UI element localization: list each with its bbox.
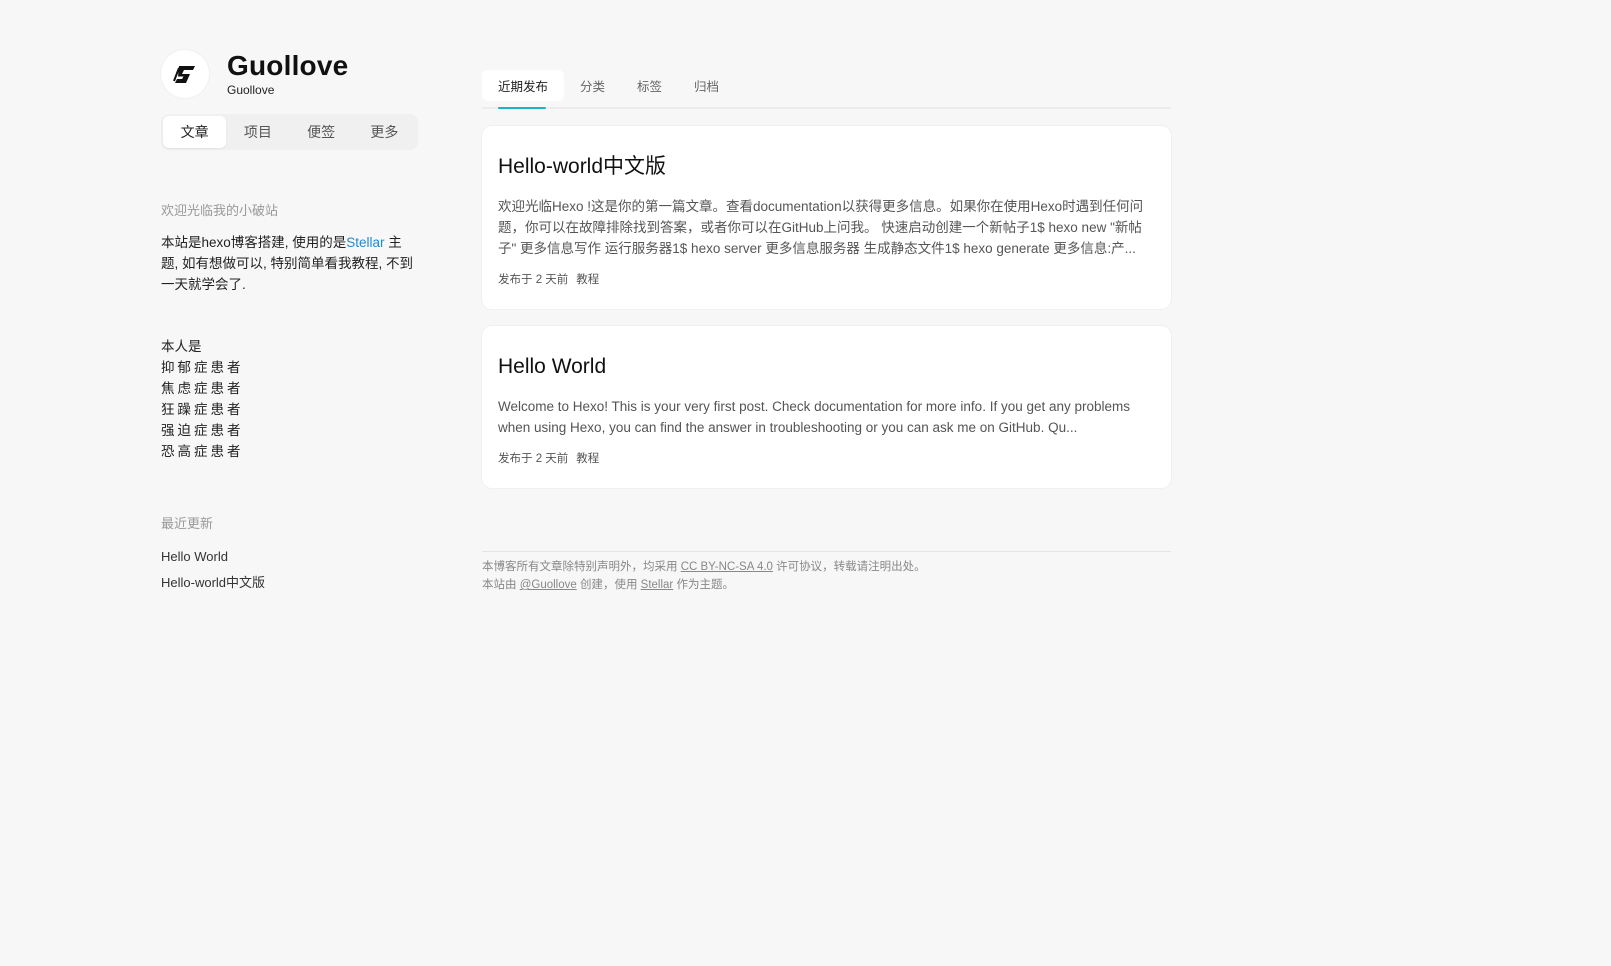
recent-item[interactable]: Hello World (161, 544, 418, 570)
post-card[interactable]: Hello-world中文版 欢迎光临Hexo !这是你的第一篇文章。查看doc… (482, 126, 1171, 309)
post-excerpt: 欢迎光临Hexo !这是你的第一篇文章。查看documentation以获得更多… (498, 199, 1144, 256)
logo-icon (173, 66, 195, 83)
sidebar: Guollove Guollove 文章 项目 便签 更多 欢迎光临我的小破站 … (161, 48, 418, 596)
nav-tab-projects[interactable]: 项目 (226, 116, 289, 148)
intro-line: 焦虑症患者 (161, 381, 244, 396)
welcome-title: 欢迎光临我的小破站 (161, 203, 279, 218)
footer-text: 许可协议，转载请注明出处。 (772, 561, 926, 573)
post-date: 发布于 2 天前 (498, 274, 569, 286)
post-meta: 发布于 2 天前 教程 (498, 271, 1155, 287)
intro-lead: 本人是 (161, 339, 202, 354)
footer-text: 本站由 (482, 579, 520, 591)
brand-header: Guollove Guollove (161, 48, 418, 100)
main-content: 近期发布 分类 标签 归档 Hello-world中文版 欢迎光临Hexo !这… (482, 70, 1171, 594)
recent-title: 最近更新 (161, 516, 214, 531)
recent-item[interactable]: Hello-world中文版 (161, 570, 418, 596)
stellar-link[interactable]: Stellar (346, 235, 384, 250)
intro-line: 恐高症患者 (161, 444, 244, 459)
page-footer: 本博客所有文章除特别声明外，均采用 CC BY-NC-SA 4.0 许可协议，转… (482, 551, 1171, 594)
footer-text: 创建，使用 (576, 579, 641, 591)
tab-tags[interactable]: 标签 (621, 70, 678, 101)
nav-tab-notes[interactable]: 便签 (290, 116, 353, 148)
post-category[interactable]: 教程 (576, 450, 599, 466)
footer-license-line: 本博客所有文章除特别声明外，均采用 CC BY-NC-SA 4.0 许可协议，转… (482, 558, 1171, 576)
intro-line: 强迫症患者 (161, 423, 244, 438)
author-link[interactable]: @Guollove (520, 579, 577, 591)
nav-tab-articles[interactable]: 文章 (163, 116, 227, 148)
tab-recent[interactable]: 近期发布 (482, 70, 565, 101)
post-date: 发布于 2 天前 (498, 453, 569, 465)
post-meta: 发布于 2 天前 教程 (498, 450, 1155, 466)
footer-text: 作为主题。 (673, 579, 734, 591)
intro-line: 抑郁症患者 (161, 360, 244, 375)
intro-line: 狂躁症患者 (161, 402, 244, 417)
tab-categories[interactable]: 分类 (564, 70, 621, 101)
post-title[interactable]: Hello World (498, 354, 1155, 380)
active-tab-indicator (498, 107, 546, 109)
tab-archive[interactable]: 归档 (678, 70, 735, 101)
footer-text: 本博客所有文章除特别声明外，均采用 (482, 561, 681, 573)
intro-block: 本人是 抑郁症患者 焦虑症患者 狂躁症患者 强迫症患者 恐高症患者 (161, 336, 418, 462)
post-excerpt: Welcome to Hexo! This is your very first… (498, 399, 1131, 435)
welcome-text: 本站是hexo博客搭建, 使用的是Stellar 主题, 如有想做可以, 特别简… (161, 232, 418, 295)
theme-link[interactable]: Stellar (641, 579, 674, 591)
site-logo[interactable] (161, 50, 209, 98)
post-title[interactable]: Hello-world中文版 (498, 154, 1155, 180)
welcome-text-before: 本站是hexo博客搭建, 使用的是 (161, 235, 347, 250)
site-title[interactable]: Guollove (227, 51, 348, 81)
site-subtitle: Guollove (227, 83, 275, 97)
sidebar-nav: 文章 项目 便签 更多 (161, 114, 418, 150)
brand-text: Guollove Guollove (227, 51, 348, 98)
post-category[interactable]: 教程 (576, 271, 599, 287)
post-card[interactable]: Hello World Welcome to Hexo! This is you… (482, 326, 1171, 488)
nav-tab-more[interactable]: 更多 (353, 116, 416, 148)
license-link[interactable]: CC BY-NC-SA 4.0 (681, 561, 773, 573)
recent-list: Hello World Hello-world中文版 (161, 544, 418, 596)
main-tabs: 近期发布 分类 标签 归档 (482, 70, 1171, 109)
footer-credit-line: 本站由 @Guollove 创建，使用 Stellar 作为主题。 (482, 576, 1171, 594)
